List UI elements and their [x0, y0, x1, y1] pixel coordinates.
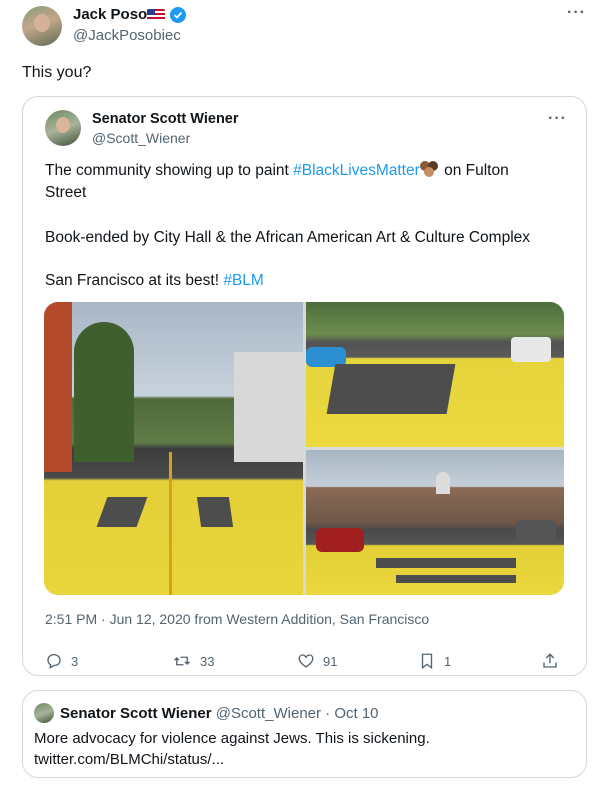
photo-street-painting-1[interactable]: [44, 302, 303, 595]
quoted-tweet-line-1: The community showing up to paint #Black…: [45, 160, 509, 182]
quoted-author-avatar[interactable]: [45, 110, 81, 146]
quoted-tweet-line-2: Street: [45, 184, 87, 201]
second-quote-handle-date[interactable]: @Scott_Wiener · Oct 10: [216, 705, 379, 722]
photo-street-painting-3[interactable]: [306, 450, 564, 595]
quoted-author-handle[interactable]: @Scott_Wiener: [92, 130, 190, 146]
quoted-tweet-paragraph-3: San Francisco at its best! #BLM: [45, 270, 264, 292]
reply-button[interactable]: 3: [45, 652, 78, 670]
retweet-count: 33: [200, 653, 215, 669]
quoted-more-options-icon[interactable]: ···: [548, 110, 567, 128]
retweet-button[interactable]: 33: [172, 652, 214, 670]
second-quote-header: Senator Scott Wiener @Scott_Wiener · Oct…: [60, 703, 379, 724]
author-handle[interactable]: @JackPosobiec: [73, 27, 181, 44]
quoted-tweet-paragraph-2: Book-ended by City Hall & the African Am…: [45, 229, 531, 246]
more-options-icon[interactable]: ···: [567, 4, 586, 22]
hashtag-blacklivesmatter[interactable]: #BlackLivesMatter: [293, 162, 420, 179]
bookmark-count: 1: [444, 653, 452, 669]
quoted-author-name[interactable]: Senator Scott Wiener: [92, 111, 239, 127]
verified-badge-icon: [170, 7, 186, 23]
us-flag-icon: [147, 9, 165, 21]
action-bar: 3 33 91 1: [45, 652, 565, 676]
share-icon: [543, 653, 557, 668]
author-name[interactable]: Jack Poso: [73, 6, 147, 23]
second-quote-line-1: More advocacy for violence against Jews.…: [34, 730, 430, 747]
hashtag-blm[interactable]: #BLM: [223, 272, 264, 289]
photo-street-painting-2[interactable]: [306, 302, 564, 447]
quoted-text-suffix: on Fulton: [439, 162, 509, 179]
quoted-tweet-timestamp[interactable]: 2:51 PM · Jun 12, 2020 from Western Addi…: [45, 611, 429, 627]
photo-grid: [44, 302, 564, 595]
second-quote-line-2: twitter.com/BLMChi/status/...: [34, 751, 225, 768]
paragraph-3-text: San Francisco at its best!: [45, 272, 224, 289]
second-quote-author-name[interactable]: Senator Scott Wiener: [60, 705, 212, 722]
second-quote-avatar[interactable]: [34, 703, 54, 723]
author-avatar[interactable]: [22, 6, 62, 46]
share-button[interactable]: [541, 652, 559, 670]
heart-icon: [298, 654, 314, 668]
bookmark-button[interactable]: 1: [418, 652, 451, 670]
like-button[interactable]: 91: [297, 652, 337, 670]
like-count: 91: [323, 653, 338, 669]
reply-icon: [47, 653, 61, 670]
bookmark-icon: [421, 653, 433, 670]
retweet-icon: [174, 656, 190, 666]
fist-emoji-icon: [419, 161, 440, 177]
tweet-text: This you?: [22, 64, 92, 81]
quoted-text-prefix: The community showing up to paint: [45, 162, 294, 179]
reply-count: 3: [71, 653, 79, 669]
